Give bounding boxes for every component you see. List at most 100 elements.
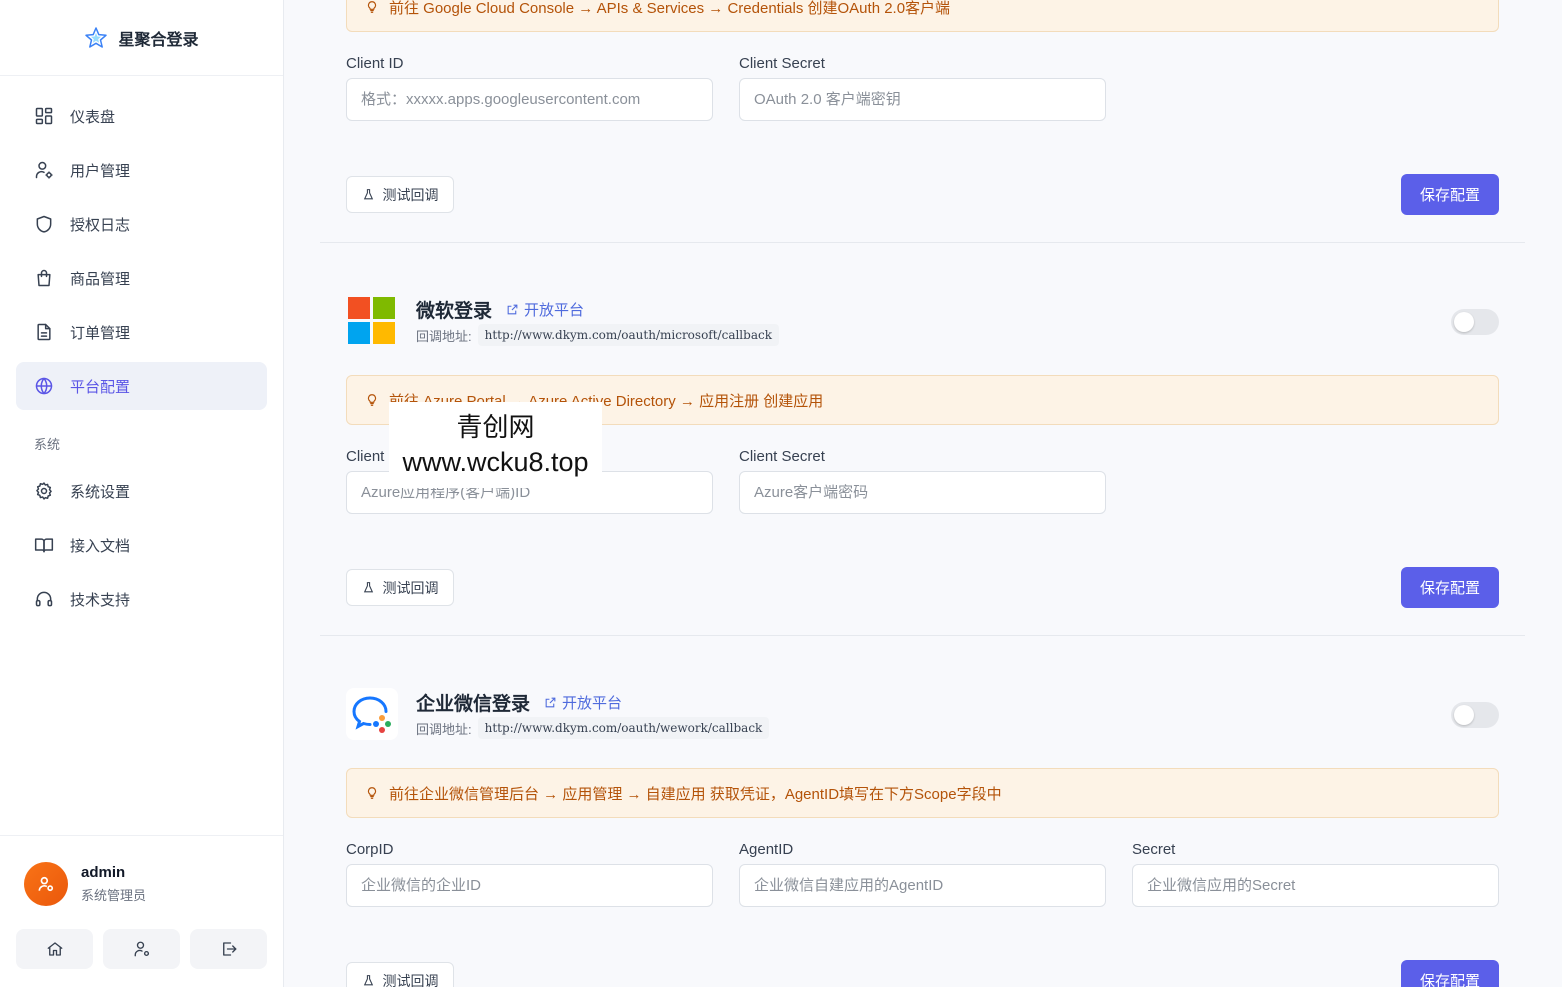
google-test-callback-button[interactable]: 测试回调 <box>346 176 454 213</box>
file-text-icon <box>37 323 51 341</box>
watermark-line2: www.wcku8.top <box>402 447 589 477</box>
google-save-button[interactable]: 保存配置 <box>1401 174 1499 215</box>
sidebar-item-label: 系统设置 <box>70 483 131 501</box>
google-tip: 前往 Google Cloud Console → APIs & Service… <box>346 0 1499 32</box>
gear-icon <box>36 482 52 500</box>
wework-enable-toggle[interactable] <box>1451 702 1499 728</box>
microsoft-logo-icon <box>348 297 395 344</box>
microsoft-test-callback-button[interactable]: 测试回调 <box>346 569 454 606</box>
sidebar-item-label: 订单管理 <box>70 324 131 342</box>
wework-save-button[interactable]: 保存配置 <box>1401 960 1499 987</box>
dashboard-icon <box>35 107 53 125</box>
section-divider <box>320 635 1525 636</box>
wework-callback-url[interactable]: http://www.dkym.com/oauth/wework/callbac… <box>477 717 770 739</box>
external-link-icon <box>545 697 556 708</box>
watermark-line1: 青创网 <box>456 412 535 442</box>
globe-icon <box>35 377 53 395</box>
sidebar-item-label: 技术支持 <box>70 591 131 609</box>
wework-corpid-label: CorpID <box>346 841 394 858</box>
wework-tip: 前往企业微信管理后台 → 应用管理 → 自建应用 获取凭证，AgentID填写在… <box>346 768 1499 818</box>
wework-secret-label: Secret <box>1132 841 1176 858</box>
home-icon <box>47 942 62 956</box>
microsoft-client-secret-input[interactable] <box>739 471 1106 514</box>
user-settings-icon <box>134 941 149 957</box>
microsoft-title-text: 微软登录 <box>416 301 493 322</box>
wework-title: 企业微信登录 开放平台 <box>416 689 622 716</box>
callback-label: 回调地址: <box>416 721 472 737</box>
sidebar: 星聚合登录 仪表盘 用户管理 授权日志 商品管理 订单管理 平台配置 系统 系统… <box>0 0 284 987</box>
lightbulb-icon <box>367 1 377 13</box>
sidebar-item-orders[interactable]: 订单管理 <box>16 308 267 356</box>
sidebar-item-auth-logs[interactable]: 授权日志 <box>16 200 267 248</box>
watermark: 青创网 www.wcku8.top <box>389 402 602 488</box>
main-content: 前往 Google Cloud Console → APIs & Service… <box>284 0 1562 987</box>
wework-agentid-label: AgentID <box>739 841 794 858</box>
headset-icon <box>35 591 53 607</box>
callback-label: 回调地址: <box>416 328 472 344</box>
flask-icon <box>363 975 373 986</box>
avatar <box>24 862 68 906</box>
user-settings-icon <box>35 161 53 179</box>
sidebar-item-users[interactable]: 用户管理 <box>16 146 267 194</box>
app-window: 星聚合登录 仪表盘 用户管理 授权日志 商品管理 订单管理 平台配置 系统 系统… <box>0 0 1562 987</box>
microsoft-callback-url[interactable]: http://www.dkym.com/oauth/microsoft/call… <box>477 324 779 346</box>
sidebar-nav: 仪表盘 用户管理 授权日志 商品管理 订单管理 平台配置 系统 系统设置 接入文… <box>0 76 283 623</box>
sidebar-item-support[interactable]: 技术支持 <box>16 575 267 623</box>
wework-tip-text: 前往企业微信管理后台 → 应用管理 → 自建应用 获取凭证，AgentID填写在… <box>389 785 1002 803</box>
sidebar-item-platform-config[interactable]: 平台配置 <box>16 362 267 410</box>
user-role: 系统管理员 <box>81 888 147 903</box>
microsoft-save-button[interactable]: 保存配置 <box>1401 567 1499 608</box>
google-client-id-input[interactable] <box>346 78 713 121</box>
sidebar-item-system-settings[interactable]: 系统设置 <box>16 467 267 515</box>
sidebar-item-label: 接入文档 <box>70 537 131 555</box>
logout-button[interactable] <box>190 929 267 969</box>
wework-title-text: 企业微信登录 <box>416 694 531 715</box>
sidebar-item-label: 授权日志 <box>70 216 131 234</box>
test-callback-label: 测试回调 <box>382 186 439 203</box>
sidebar-item-label: 平台配置 <box>70 378 131 396</box>
microsoft-client-secret-label: Client Secret <box>739 448 825 465</box>
wework-callback: 回调地址: http://www.dkym.com/oauth/wework/c… <box>416 717 770 739</box>
microsoft-open-platform-link[interactable]: 开放平台 <box>506 299 584 320</box>
toggle-knob <box>1454 312 1474 332</box>
sidebar-item-docs[interactable]: 接入文档 <box>16 521 267 569</box>
sidebar-item-label: 仪表盘 <box>70 108 116 126</box>
user-name: admin <box>81 864 126 881</box>
wework-secret-input[interactable] <box>1132 864 1499 907</box>
logout-icon <box>222 942 236 956</box>
profile-button[interactable] <box>103 929 180 969</box>
google-tip-text: 前往 Google Cloud Console → APIs & Service… <box>389 0 951 17</box>
lightbulb-icon <box>367 394 377 406</box>
wework-agentid-input[interactable] <box>739 864 1106 907</box>
wework-open-platform-link[interactable]: 开放平台 <box>544 692 622 713</box>
open-platform-label: 开放平台 <box>524 302 585 319</box>
brand[interactable]: 星聚合登录 <box>0 0 283 76</box>
test-callback-label: 测试回调 <box>382 972 439 987</box>
google-client-secret-input[interactable] <box>739 78 1106 121</box>
flask-icon <box>363 189 373 200</box>
home-button[interactable] <box>16 929 93 969</box>
section-divider <box>320 242 1525 243</box>
microsoft-callback: 回调地址: http://www.dkym.com/oauth/microsof… <box>416 324 779 346</box>
sidebar-section-system: 系统 <box>34 437 61 452</box>
user-avatar-icon <box>38 876 54 892</box>
brand-title: 星聚合登录 <box>118 31 199 49</box>
user-panel: admin 系统管理员 <box>0 835 283 987</box>
user-actions <box>16 929 267 969</box>
wework-logo-icon <box>346 688 398 740</box>
shopping-bag-icon <box>37 269 51 287</box>
sidebar-item-products[interactable]: 商品管理 <box>16 254 267 302</box>
sidebar-item-dashboard[interactable]: 仪表盘 <box>16 92 267 140</box>
microsoft-enable-toggle[interactable] <box>1451 309 1499 335</box>
toggle-knob <box>1454 705 1474 725</box>
external-link-icon <box>507 304 518 315</box>
user-info[interactable]: admin 系统管理员 <box>0 836 283 906</box>
wework-test-callback-button[interactable]: 测试回调 <box>346 962 454 987</box>
lightbulb-icon <box>367 787 377 799</box>
shield-icon <box>36 215 52 233</box>
star-logo-icon <box>85 26 108 48</box>
google-client-id-label: Client ID <box>346 55 404 72</box>
flask-icon <box>363 582 373 593</box>
google-client-secret-label: Client Secret <box>739 55 825 72</box>
wework-corpid-input[interactable] <box>346 864 713 907</box>
